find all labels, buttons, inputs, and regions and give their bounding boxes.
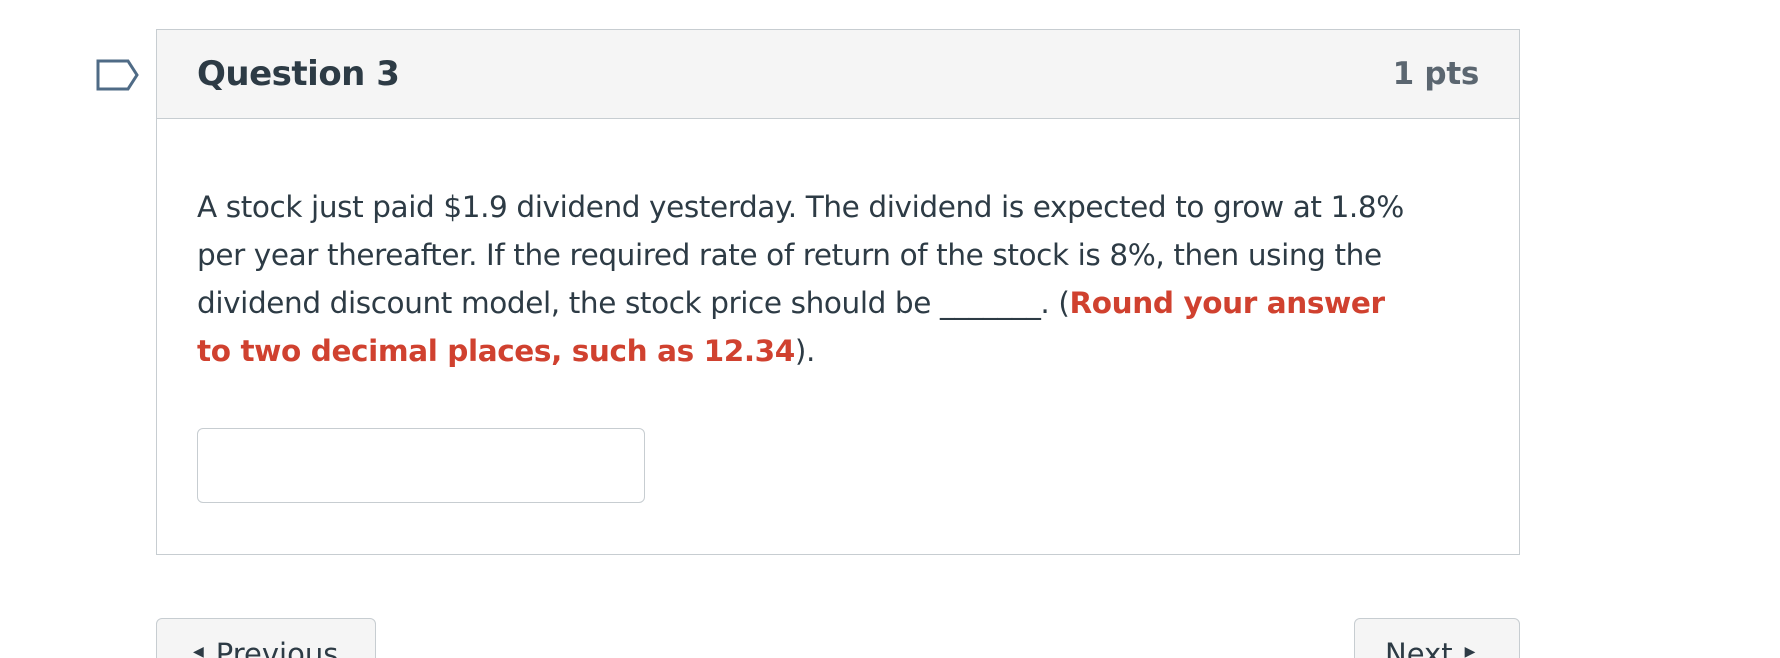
next-button[interactable]: Next ▶	[1354, 618, 1520, 658]
previous-button[interactable]: ◀ Previous	[156, 618, 376, 658]
answer-input[interactable]	[197, 428, 645, 503]
quiz-page: Question 3 1 pts A stock just paid $1.9 …	[0, 0, 1780, 658]
previous-label: Previous	[215, 637, 339, 658]
bookmark-flag-icon[interactable]	[96, 59, 140, 91]
question-text-end: ).	[794, 334, 816, 368]
question-text: A stock just paid $1.9 dividend yesterda…	[197, 183, 1427, 375]
question-title: Question 3	[197, 54, 400, 94]
triangle-left-icon: ◀	[193, 644, 204, 658]
question-header: Question 3 1 pts	[157, 30, 1519, 119]
question-body: A stock just paid $1.9 dividend yesterda…	[157, 119, 1519, 503]
question-card: Question 3 1 pts A stock just paid $1.9 …	[156, 29, 1520, 555]
triangle-right-icon: ▶	[1464, 644, 1476, 658]
question-points: 1 pts	[1392, 56, 1480, 92]
next-label: Next	[1385, 637, 1453, 658]
